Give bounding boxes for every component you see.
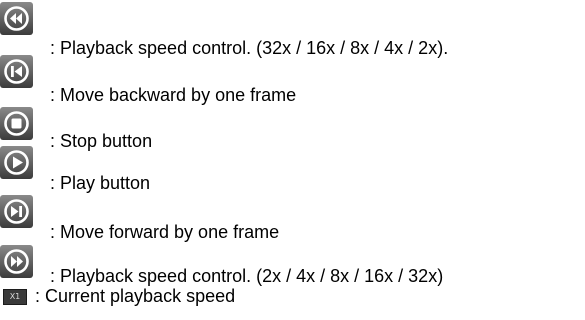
fast-forward-speed-icon[interactable] <box>0 245 33 278</box>
legend-text: : Stop button <box>50 131 153 151</box>
current-speed-badge: X1 <box>3 289 27 305</box>
legend-text: : Playback speed control. (2x / 4x / 8x … <box>50 266 444 286</box>
stop-icon[interactable] <box>0 107 33 140</box>
legend-text: : Play button <box>50 173 151 193</box>
legend-text: : Move backward by one frame <box>50 85 297 105</box>
legend-text: : Move forward by one frame <box>50 222 280 242</box>
frame-forward-icon[interactable] <box>0 195 33 228</box>
legend-text: : Current playback speed <box>35 286 236 306</box>
rewind-speed-icon[interactable] <box>0 2 33 35</box>
frame-backward-icon[interactable] <box>0 55 33 88</box>
play-icon[interactable] <box>0 146 33 179</box>
legend-text: : Playback speed control. (32x / 16x / 8… <box>50 38 449 58</box>
